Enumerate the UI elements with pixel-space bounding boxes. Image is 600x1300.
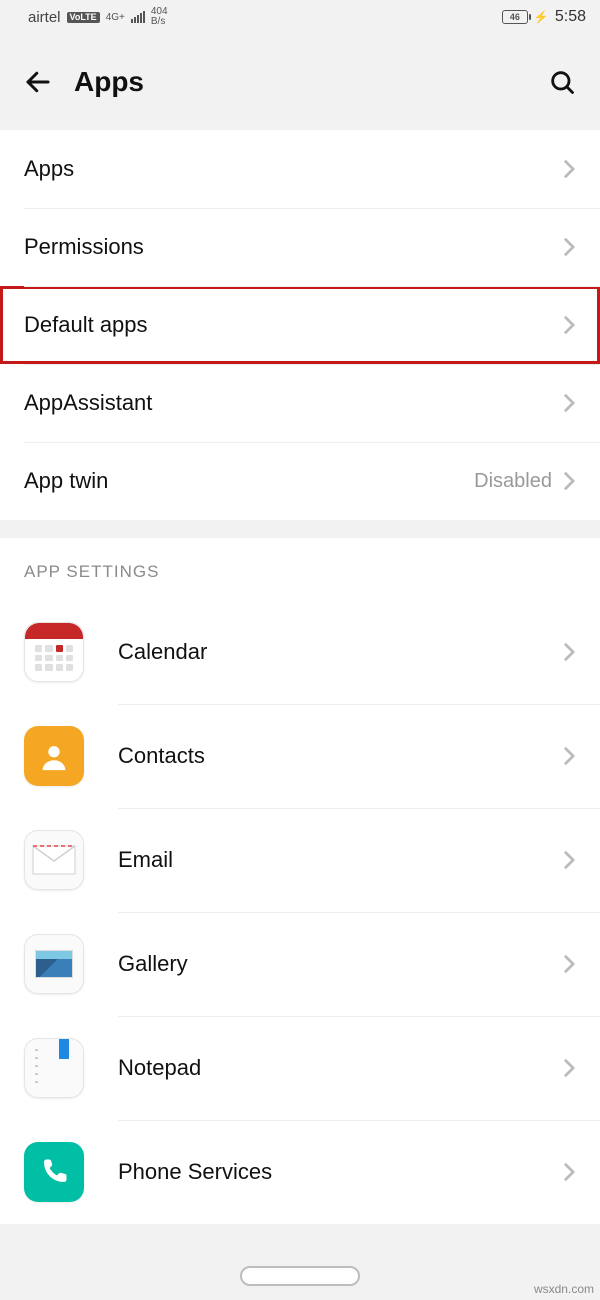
app-item-phone-services[interactable]: Phone Services (0, 1120, 600, 1224)
page-title: Apps (74, 66, 544, 98)
chevron-right-icon (562, 849, 576, 871)
email-icon (24, 830, 84, 890)
chevron-right-icon (562, 236, 576, 258)
volte-badge: VoLTE (67, 12, 100, 23)
signal-icon (131, 11, 145, 23)
search-icon (548, 68, 576, 96)
menu-item-default-apps[interactable]: Default apps (0, 286, 600, 364)
app-label: Email (118, 847, 562, 873)
watermark: wsxdn.com (534, 1282, 594, 1296)
battery-bolt-icon: ⚡ (534, 10, 549, 24)
menu-label: Permissions (24, 234, 562, 260)
network-type: 4G+ (106, 12, 125, 23)
phone-icon (24, 1142, 84, 1202)
notepad-icon (24, 1038, 84, 1098)
chevron-right-icon (562, 1057, 576, 1079)
menu-value: Disabled (474, 470, 552, 493)
chevron-right-icon (562, 392, 576, 414)
status-left: airtel VoLTE 4G+ 404B/s (28, 7, 168, 27)
menu-section: Apps Permissions Default apps AppAssista… (0, 130, 600, 520)
app-item-gallery[interactable]: Gallery (0, 912, 600, 1016)
chevron-right-icon (562, 158, 576, 180)
chevron-right-icon (562, 641, 576, 663)
status-bar: airtel VoLTE 4G+ 404B/s 46 ⚡ 5:58 (0, 0, 600, 34)
menu-label: Default apps (24, 312, 562, 338)
contacts-icon (24, 726, 84, 786)
app-label: Contacts (118, 743, 562, 769)
chevron-right-icon (562, 953, 576, 975)
navigation-pill[interactable] (240, 1266, 360, 1286)
menu-item-app-twin[interactable]: App twin Disabled (0, 442, 600, 520)
search-button[interactable] (544, 64, 580, 100)
app-settings-section: APP SETTINGS Calendar Contacts Email Gal… (0, 538, 600, 1224)
back-button[interactable] (20, 64, 56, 100)
app-item-notepad[interactable]: Notepad (0, 1016, 600, 1120)
chevron-right-icon (562, 1161, 576, 1183)
data-speed: 404B/s (151, 7, 168, 27)
gallery-icon (24, 934, 84, 994)
status-right: 46 ⚡ 5:58 (502, 8, 586, 26)
menu-item-permissions[interactable]: Permissions (0, 208, 600, 286)
clock: 5:58 (555, 8, 586, 26)
app-item-calendar[interactable]: Calendar (0, 600, 600, 704)
menu-item-appassistant[interactable]: AppAssistant (0, 364, 600, 442)
menu-label: AppAssistant (24, 390, 562, 416)
arrow-left-icon (23, 67, 53, 97)
app-label: Notepad (118, 1055, 562, 1081)
battery-icon: 46 (502, 10, 528, 24)
app-label: Gallery (118, 951, 562, 977)
chevron-right-icon (562, 745, 576, 767)
section-title: APP SETTINGS (0, 538, 600, 600)
app-item-email[interactable]: Email (0, 808, 600, 912)
chevron-right-icon (562, 470, 576, 492)
app-label: Calendar (118, 639, 562, 665)
carrier-label: airtel (28, 9, 61, 26)
page-header: Apps (0, 34, 600, 130)
menu-label: Apps (24, 156, 562, 182)
section-gap (0, 520, 600, 538)
menu-label: App twin (24, 468, 474, 494)
menu-item-apps[interactable]: Apps (0, 130, 600, 208)
chevron-right-icon (562, 314, 576, 336)
app-label: Phone Services (118, 1159, 562, 1185)
calendar-icon (24, 622, 84, 682)
app-item-contacts[interactable]: Contacts (0, 704, 600, 808)
